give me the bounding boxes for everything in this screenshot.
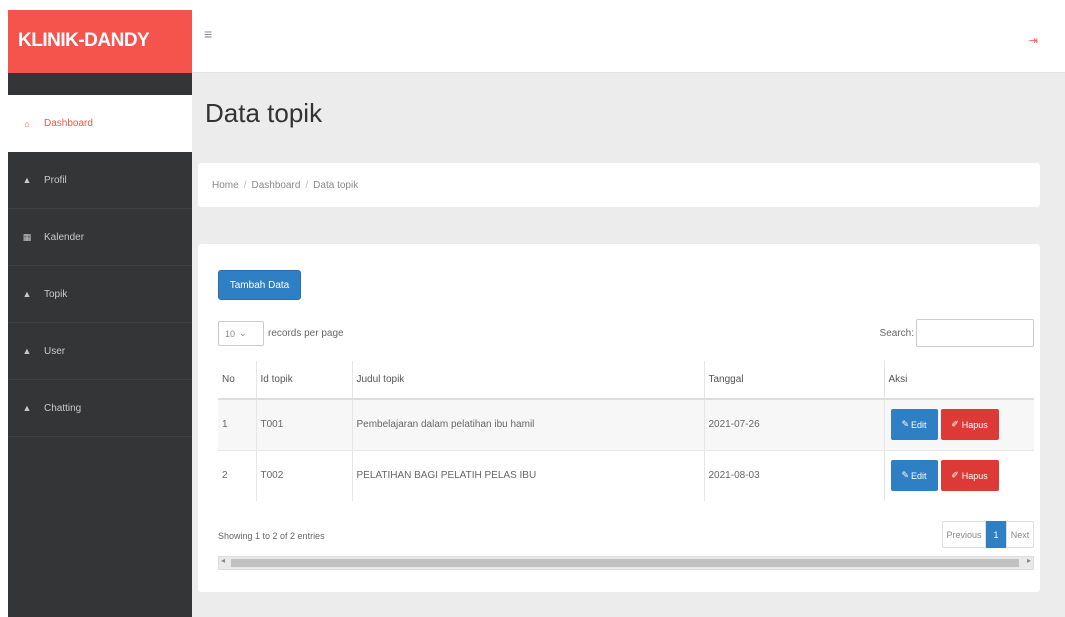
sidebar-item-profil[interactable]: ▲ Profil (8, 152, 192, 209)
sidebar-item-label: Kalender (44, 231, 85, 243)
user-icon: ▲ (22, 346, 32, 356)
scroll-right-icon[interactable]: ▸ (1027, 556, 1031, 565)
table-row: 2 T002 PELATIHAN BAGI PELATIH PELAS IBU … (218, 449, 1034, 501)
cell-tanggal: 2021-08-03 (703, 449, 884, 501)
breadcrumb-home-link[interactable]: Home (212, 180, 239, 191)
sidebar-item-topik[interactable]: ▲ Topik (8, 266, 192, 323)
search-input[interactable] (916, 319, 1034, 347)
topic-table: No Id topik Judul topik Tanggal Aksi 1 T… (218, 361, 1034, 501)
cell-judul: Pembelajaran dalam pelatihan ibu hamil (351, 398, 704, 450)
sidebar: KLINIK-DANDY ⌂ Dashboard ▲ Profil ▦ Kale… (8, 10, 192, 617)
user-icon: ▲ (22, 175, 32, 185)
search-label: Search: (879, 327, 914, 339)
sidebar-item-user[interactable]: ▲ User (8, 323, 192, 380)
table-row: 1 T001 Pembelajaran dalam pelatihan ibu … (218, 398, 1034, 450)
column-header-aksi: Aksi (883, 361, 1034, 400)
breadcrumb: Home / Dashboard / Data topik (198, 163, 1040, 207)
cell-aksi: ✎ Edit ✐ Hapus (883, 449, 1034, 501)
brand-logo[interactable]: KLINIK-DANDY (8, 10, 192, 95)
breadcrumb-separator: / (305, 179, 309, 191)
user-icon: ▲ (22, 289, 32, 299)
cell-judul: PELATIHAN BAGI PELATIH PELAS IBU (351, 449, 704, 501)
data-card: Tambah Data 10 ⌄ records per page Search… (198, 244, 1040, 592)
cell-no: 1 (218, 398, 256, 450)
scrollbar-thumb[interactable] (231, 559, 1019, 567)
pagination-page-1[interactable]: 1 (986, 521, 1006, 548)
cell-id: T001 (255, 398, 352, 450)
cell-aksi: ✎ Edit ✐ Hapus (883, 398, 1034, 450)
cell-no: 2 (218, 449, 256, 501)
column-header-tanggal[interactable]: Tanggal (703, 361, 884, 400)
breadcrumb-dashboard-link[interactable]: Dashboard (251, 180, 300, 191)
topbar: ≡ ⇥ (192, 10, 1065, 73)
delete-button[interactable]: ✐ Hapus (940, 460, 999, 492)
add-data-button[interactable]: Tambah Data (218, 270, 301, 300)
pagination: Previous 1 Next (942, 521, 1034, 548)
records-per-page-select[interactable]: 10 ⌄ (218, 321, 264, 346)
cell-tanggal: 2021-07-26 (703, 398, 884, 450)
sidebar-item-label: Chatting (44, 402, 82, 414)
search-box: Search: (880, 319, 1034, 347)
edit-icon: ✎ (901, 419, 910, 430)
pagination-next[interactable]: Next (1006, 521, 1034, 548)
table-header-row: No Id topik Judul topik Tanggal Aksi (218, 361, 1034, 400)
cell-id: T002 (255, 449, 352, 501)
chevron-down-icon: ⌄ (239, 328, 247, 338)
scroll-left-icon[interactable]: ◂ (221, 556, 225, 565)
delete-button[interactable]: ✐ Hapus (940, 409, 999, 441)
records-per-page: 10 ⌄ records per page (218, 321, 344, 346)
sidebar-item-label: Profil (44, 174, 67, 186)
records-per-page-label: records per page (268, 328, 344, 339)
app: KLINIK-DANDY ⌂ Dashboard ▲ Profil ▦ Kale… (8, 10, 1065, 617)
sidebar-item-label: Topik (44, 288, 68, 300)
horizontal-scrollbar[interactable]: ◂ ▸ (218, 556, 1034, 570)
sidebar-item-dashboard[interactable]: ⌂ Dashboard (8, 95, 192, 152)
user-icon: ▲ (22, 403, 32, 413)
column-header-no[interactable]: No (218, 361, 256, 400)
sidebar-item-chatting[interactable]: ▲ Chatting (8, 380, 192, 437)
pagination-previous[interactable]: Previous (942, 521, 986, 548)
hamburger-menu-icon[interactable]: ≡ (204, 26, 212, 42)
edit-button[interactable]: ✎ Edit (890, 460, 938, 492)
column-header-judul[interactable]: Judul topik (351, 361, 704, 400)
records-per-page-value: 10 (225, 328, 236, 339)
sidebar-item-label: User (44, 345, 66, 357)
breadcrumb-separator: / (243, 179, 247, 191)
edit-button[interactable]: ✎ Edit (890, 409, 938, 441)
sidebar-item-label: Dashboard (44, 118, 93, 129)
table-info: Showing 1 to 2 of 2 entries (218, 531, 325, 541)
sign-out-icon[interactable]: ⇥ (1029, 34, 1038, 47)
calendar-icon: ▦ (22, 231, 32, 242)
sidebar-item-kalender[interactable]: ▦ Kalender (8, 209, 192, 266)
page-title: Data topik (205, 98, 323, 128)
edit-icon: ✎ (901, 470, 910, 481)
pencil-icon: ✐ (951, 470, 959, 481)
pencil-icon: ✐ (951, 419, 959, 430)
home-icon: ⌂ (24, 118, 30, 129)
breadcrumb-current: Data topik (313, 179, 359, 191)
column-header-id[interactable]: Id topik (255, 361, 352, 400)
